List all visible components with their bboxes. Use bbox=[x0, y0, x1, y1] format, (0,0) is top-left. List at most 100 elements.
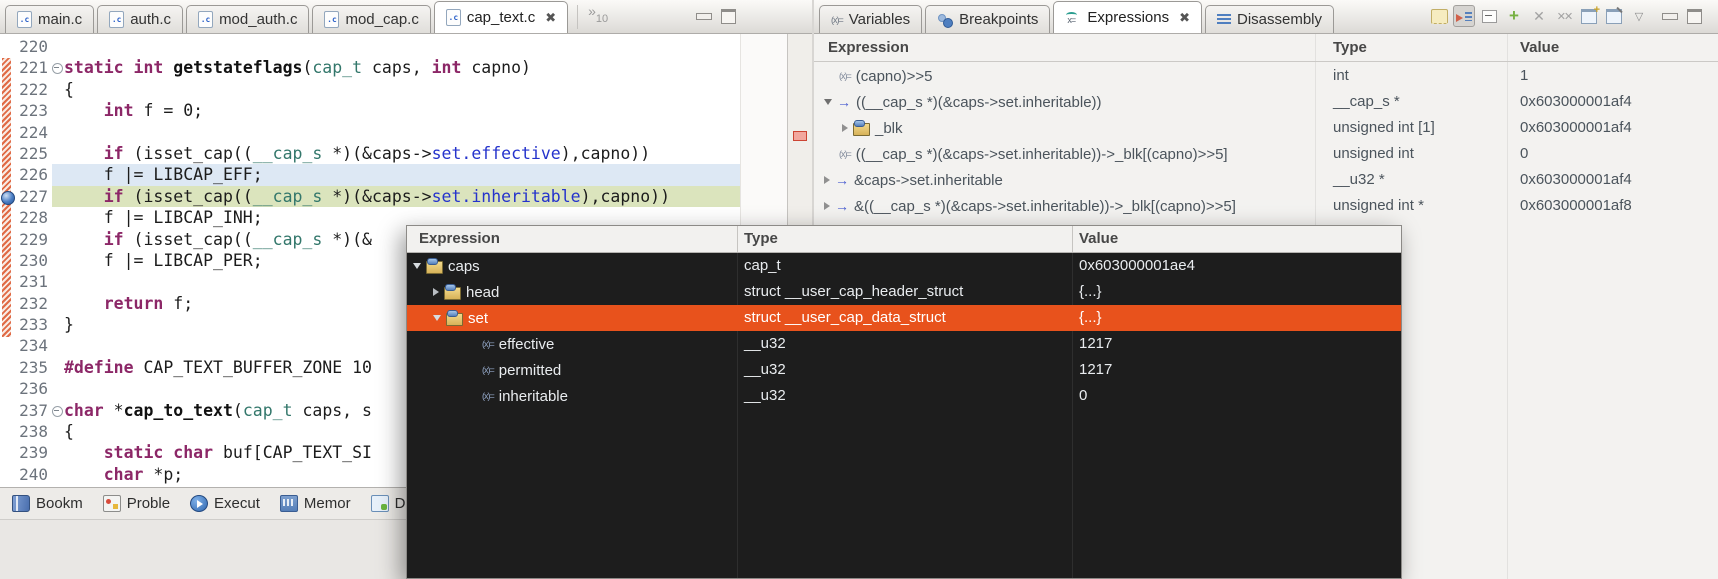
expand-arrow-icon[interactable] bbox=[842, 124, 848, 132]
column-header-type[interactable]: Type bbox=[744, 230, 778, 247]
fold-marker-icon[interactable] bbox=[52, 63, 63, 75]
variable-struct-icon bbox=[426, 257, 443, 274]
remove-all-expressions-icon[interactable]: ✕✕ bbox=[1553, 5, 1575, 27]
line-number[interactable]: 228 bbox=[8, 207, 48, 228]
code-line[interactable]: 220 bbox=[0, 36, 740, 57]
collapse-arrow-icon[interactable] bbox=[824, 99, 832, 105]
line-number[interactable]: 238 bbox=[8, 421, 48, 442]
expand-arrow-icon[interactable] bbox=[824, 202, 830, 210]
editor-tab-mod_cap-c[interactable]: .c mod_cap.c bbox=[312, 5, 431, 33]
editor-tab-cap_text-c[interactable]: .c cap_text.c ✖ bbox=[433, 1, 569, 33]
show-type-names-icon[interactable] bbox=[1428, 5, 1450, 27]
column-divider[interactable] bbox=[737, 226, 738, 252]
view-tab-disassembly[interactable]: Disassembly bbox=[1205, 5, 1335, 33]
line-number[interactable]: 223 bbox=[8, 100, 48, 121]
expand-arrow-icon[interactable] bbox=[433, 288, 439, 296]
popup-variable-row[interactable]: head struct __user_cap_header_struct {...} bbox=[407, 279, 1401, 305]
type-cell: int bbox=[1333, 67, 1349, 84]
popup-variable-row[interactable]: (x)= inheritable __u32 0 bbox=[407, 383, 1401, 409]
code-line[interactable]: 224 bbox=[0, 122, 740, 143]
line-number[interactable]: 229 bbox=[8, 229, 48, 250]
line-number[interactable]: 231 bbox=[8, 271, 48, 292]
code-line[interactable]: 227 if (isset_cap((__cap_s *)(&caps->set… bbox=[0, 185, 740, 208]
view-tab-breakpoints[interactable]: Breakpoints bbox=[925, 5, 1051, 33]
line-number[interactable]: 237 bbox=[8, 400, 48, 421]
line-number[interactable]: 236 bbox=[8, 378, 48, 399]
collapse-arrow-icon[interactable] bbox=[413, 263, 421, 269]
column-header-value[interactable]: Value bbox=[1079, 230, 1118, 247]
column-divider[interactable] bbox=[1072, 226, 1073, 252]
view-menu-icon[interactable]: ▽ bbox=[1628, 5, 1650, 27]
editor-tab-main-c[interactable]: .c main.c bbox=[5, 5, 95, 33]
line-number[interactable]: 235 bbox=[8, 357, 48, 378]
line-number[interactable]: 220 bbox=[8, 36, 48, 57]
code-text: return f; bbox=[103, 293, 194, 313]
popup-variable-row[interactable]: set struct __user_cap_data_struct {...} bbox=[407, 305, 1401, 331]
expression-row[interactable]: → &caps->set.inheritable __u32 * 0x60300000… bbox=[814, 167, 1718, 193]
column-header-type[interactable]: Type bbox=[1333, 39, 1367, 56]
fastview-item-execut[interactable]: Execut bbox=[190, 495, 260, 512]
code-text: int f = 0; bbox=[103, 101, 204, 121]
remove-expression-icon[interactable]: ✕ bbox=[1528, 5, 1550, 27]
code-line[interactable]: 221 static int getstateflags(cap_t caps, … bbox=[0, 57, 740, 78]
add-expression-icon[interactable]: + bbox=[1503, 5, 1525, 27]
line-number[interactable]: 240 bbox=[8, 464, 48, 485]
tab-overflow[interactable]: » 10 bbox=[577, 4, 618, 29]
code-line[interactable]: 226 f |= LIBCAP_EFF; bbox=[0, 164, 740, 186]
fastview-item-d[interactable]: D bbox=[370, 495, 405, 512]
view-tab-expressions[interactable]: x= Expressions ✖ bbox=[1053, 1, 1202, 33]
minimize-icon[interactable] bbox=[696, 13, 712, 20]
collapse-all-icon[interactable] bbox=[1478, 5, 1500, 27]
column-header-expression[interactable]: Expression bbox=[419, 230, 500, 247]
expression-row[interactable]: (x)= ((__cap_s *)(&caps->set.inheritable)… bbox=[814, 141, 1718, 167]
code-line[interactable]: 225 if (isset_cap((__cap_s *)(&caps->set… bbox=[0, 143, 740, 164]
line-number[interactable]: 232 bbox=[8, 293, 48, 314]
pin-view-icon[interactable] bbox=[1603, 5, 1625, 27]
line-number[interactable]: 222 bbox=[8, 79, 48, 100]
line-number[interactable]: 226 bbox=[8, 164, 48, 185]
column-header-expression[interactable]: Expression bbox=[828, 39, 909, 56]
expression-row[interactable]: → ((__cap_s *)(&caps->set.inheritable)) __… bbox=[814, 89, 1718, 115]
code-text: if (isset_cap((__cap_s *)(&caps->set.eff… bbox=[103, 143, 651, 163]
open-new-view-icon[interactable] bbox=[1578, 4, 1600, 27]
editor-tab-auth-c[interactable]: .c auth.c bbox=[97, 5, 184, 33]
line-number[interactable]: 221 bbox=[8, 57, 48, 78]
show-logical-structures-icon[interactable] bbox=[1453, 5, 1475, 27]
expression-row[interactable]: _blk unsigned int [1] 0x603000001af4 bbox=[814, 115, 1718, 141]
expression-row[interactable]: (x)= (capno)>>5 int 1 bbox=[814, 63, 1718, 89]
fastview-item-memor[interactable]: Memor bbox=[279, 495, 351, 512]
breakpoint-icon[interactable] bbox=[1, 191, 15, 205]
line-number[interactable]: 239 bbox=[8, 442, 48, 463]
code-line[interactable]: 223 int f = 0; bbox=[0, 100, 740, 121]
line-number[interactable]: 224 bbox=[8, 122, 48, 143]
fastview-item-bookm[interactable]: Bookm bbox=[12, 495, 83, 512]
expression-row[interactable]: → &((__cap_s *)(&caps->set.inheritable))-… bbox=[814, 193, 1718, 219]
line-number[interactable]: 230 bbox=[8, 250, 48, 271]
editor-window-buttons bbox=[696, 9, 736, 24]
close-icon[interactable]: ✖ bbox=[1179, 10, 1190, 26]
value-cell: 0 bbox=[1520, 145, 1529, 162]
popup-variable-row[interactable]: (x)= permitted __u32 1217 bbox=[407, 357, 1401, 383]
popup-variable-row[interactable]: caps cap_t 0x603000001ae4 bbox=[407, 253, 1401, 279]
value-cell: 0x603000001af4 bbox=[1520, 93, 1632, 110]
collapse-arrow-icon[interactable] bbox=[433, 315, 441, 321]
overview-ruler-marker[interactable] bbox=[793, 131, 807, 141]
maximize-icon[interactable] bbox=[1687, 9, 1702, 24]
value-cell: 1 bbox=[1520, 67, 1529, 84]
type-cell: __u32 bbox=[744, 335, 786, 352]
minimize-icon[interactable] bbox=[1662, 13, 1678, 20]
view-tab-variables[interactable]: (x)= Variables bbox=[819, 5, 923, 33]
maximize-icon[interactable] bbox=[721, 9, 736, 24]
fastview-item-proble[interactable]: Proble bbox=[102, 495, 171, 512]
popup-variable-row[interactable]: (x)= effective __u32 1217 bbox=[407, 331, 1401, 357]
column-header-value[interactable]: Value bbox=[1520, 39, 1559, 56]
line-number[interactable]: 233 bbox=[8, 314, 48, 335]
fastview-label: Proble bbox=[126, 495, 171, 512]
line-number[interactable]: 225 bbox=[8, 143, 48, 164]
fold-marker-icon[interactable] bbox=[52, 405, 63, 417]
editor-tab-mod_auth-c[interactable]: .c mod_auth.c bbox=[186, 5, 310, 33]
line-number[interactable]: 234 bbox=[8, 335, 48, 356]
code-line[interactable]: 222 { bbox=[0, 79, 740, 100]
expand-arrow-icon[interactable] bbox=[824, 176, 830, 184]
close-icon[interactable]: ✖ bbox=[545, 10, 556, 26]
